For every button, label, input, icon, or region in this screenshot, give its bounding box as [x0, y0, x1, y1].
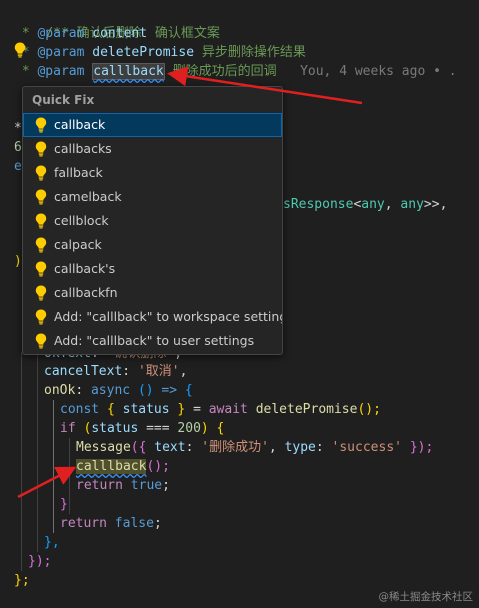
lightbulb-icon — [35, 285, 47, 301]
indent-guide — [53, 400, 54, 533]
code-fragment: e — [14, 159, 22, 174]
quick-fix-item-label: calpack — [54, 237, 102, 252]
quick-fix-item-label: callbackfn — [54, 285, 118, 300]
code-line[interactable]: }, — [44, 533, 60, 552]
code-line[interactable]: * @param content 确认框文案 — [14, 24, 220, 43]
quick-fix-menu[interactable]: Quick Fix callback callbacks fallback camel… — [22, 86, 283, 355]
quick-fix-item[interactable]: callbackfn — [23, 281, 282, 305]
code-fragment: 6 — [14, 140, 22, 155]
code-line[interactable]: return false; — [60, 514, 162, 533]
misspelled-param-name[interactable]: calllback — [92, 63, 165, 80]
annotation-arrow — [17, 466, 77, 499]
param-desc: 异步删除操作结果 — [201, 45, 306, 60]
quick-fix-item[interactable]: Add: "calllback" to user settings — [23, 329, 282, 353]
quick-fix-item[interactable]: fallback — [23, 161, 282, 185]
lightbulb-icon — [35, 117, 47, 133]
code-fragment: sResponse<any, any>>, — [283, 197, 448, 212]
code-line[interactable]: calllback(); — [76, 457, 170, 476]
jsdoc-tag: @param — [37, 64, 85, 79]
code-line[interactable]: return true; — [76, 476, 170, 495]
quick-fix-item-label: cellblock — [54, 213, 109, 228]
quick-fix-item-label: Add: "calllback" to workspace settings — [54, 309, 283, 324]
quick-fix-item-label: callback's — [54, 261, 116, 276]
quick-fix-item-label: callback — [54, 117, 106, 132]
param-name: deletePromise — [92, 45, 195, 60]
lightbulb-icon — [35, 309, 47, 325]
quick-fix-item-label: callbacks — [54, 141, 112, 156]
lightbulb-icon — [35, 237, 47, 253]
lightbulb-icon — [35, 333, 47, 349]
code-line[interactable]: }); — [28, 552, 51, 571]
code-fragment: ) — [14, 254, 22, 269]
jsdoc-tag: @param — [37, 45, 85, 60]
lightbulb-icon — [35, 165, 47, 181]
watermark: @稀土掘金技术社区 — [378, 591, 474, 603]
misspelled-function-call[interactable]: calllback — [76, 459, 147, 474]
code-editor[interactable]: /** 确认后删除 * @param content 确认框文案 * @para… — [0, 0, 479, 608]
lightbulb-icon — [35, 141, 47, 157]
code-line[interactable]: Message({ text: '删除成功', type: 'success' … — [76, 438, 433, 457]
code-line[interactable]: if (status === 200) { — [60, 419, 224, 438]
code-line[interactable]: /** 确认后删除 — [14, 5, 141, 41]
quick-fix-item[interactable]: calpack — [23, 233, 282, 257]
comment-star: * — [14, 26, 38, 41]
code-line[interactable]: }; — [14, 571, 30, 590]
indent-guide — [37, 352, 38, 552]
lightbulb-icon — [35, 189, 47, 205]
indent-guide — [69, 438, 70, 514]
quick-fix-item[interactable]: cellblock — [23, 209, 282, 233]
lightbulb-icon — [35, 213, 47, 229]
jsdoc-tag: @param — [37, 26, 85, 41]
quick-fix-item[interactable]: callback — [23, 113, 282, 137]
lightbulb-icon — [35, 261, 47, 277]
code-line[interactable]: onOk: async () => { — [44, 381, 193, 400]
quick-fix-item-label: fallback — [54, 165, 103, 180]
param-desc: 删除成功后的回调 — [172, 64, 277, 79]
code-line[interactable]: cancelText: '取消', — [44, 362, 187, 381]
quick-fix-item[interactable]: callbacks — [23, 137, 282, 161]
quick-fix-list: callback callbacks fallback camelback cellbl… — [23, 113, 282, 353]
quick-fix-item-label: Add: "calllback" to user settings — [54, 333, 255, 348]
quick-fix-item[interactable]: callback's — [23, 257, 282, 281]
param-desc: 确认框文案 — [154, 26, 220, 41]
quick-fix-title: Quick Fix — [32, 93, 95, 107]
code-line[interactable]: const { status } = await deletePromise()… — [60, 400, 381, 419]
quick-fix-item-label: camelback — [54, 189, 122, 204]
lightbulb-icon[interactable] — [14, 42, 26, 58]
code-line[interactable]: * @param calllback 删除成功后的回调 You, 4 weeks… — [14, 62, 457, 81]
quick-fix-item[interactable]: camelback — [23, 185, 282, 209]
git-blame-annotation: You, 4 weeks ago • . — [300, 64, 457, 79]
quick-fix-item[interactable]: Add: "calllback" to workspace settings — [23, 305, 282, 329]
code-line[interactable]: } — [60, 495, 68, 514]
indent-guide — [21, 352, 22, 571]
param-name: content — [92, 26, 148, 41]
comment-star: * — [14, 64, 38, 79]
code-line[interactable]: * @param deletePromise 异步删除操作结果 — [14, 43, 306, 62]
